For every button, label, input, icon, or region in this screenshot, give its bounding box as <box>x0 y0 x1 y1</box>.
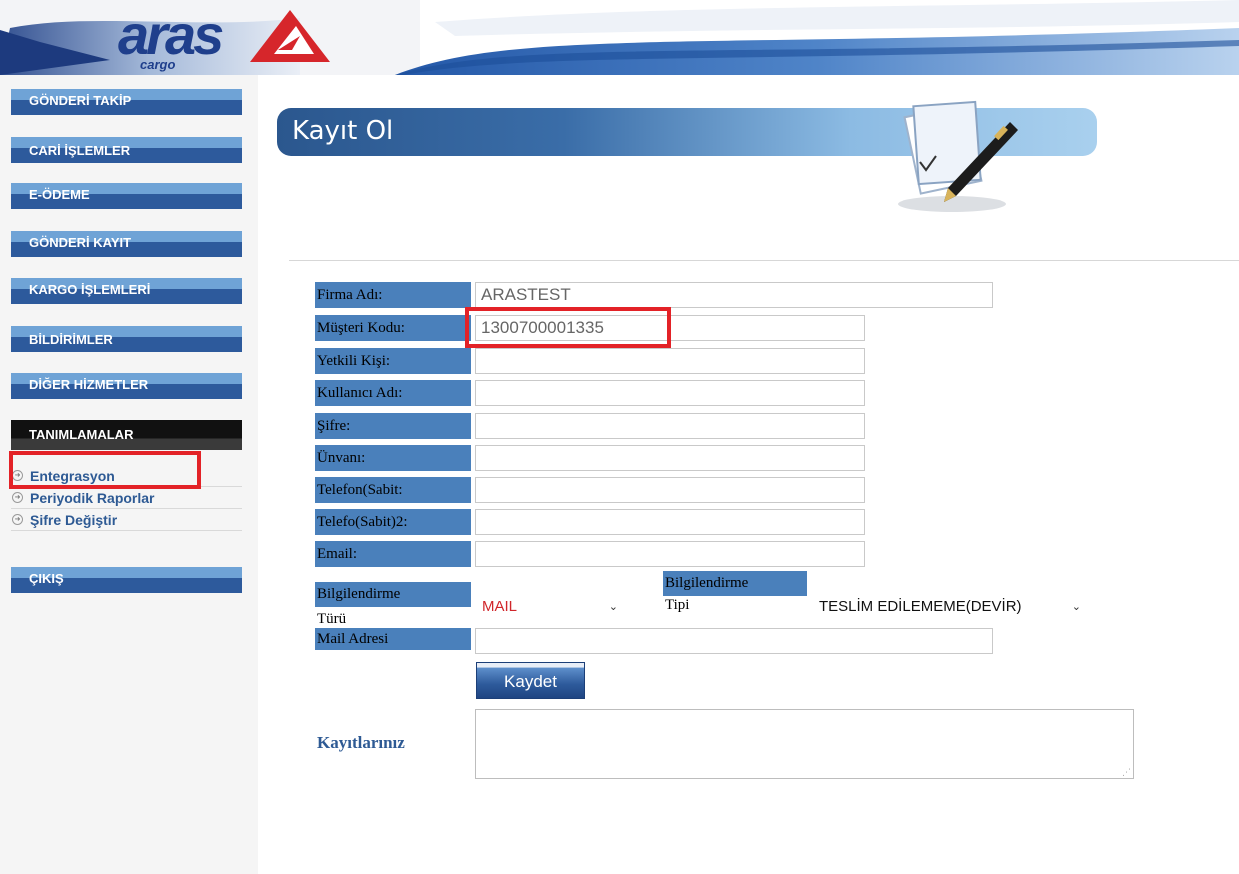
nav-label: CARİ İŞLEMLER <box>29 143 131 158</box>
label-text: Yetkili Kişi: <box>317 353 391 369</box>
arrow-circle-icon: ➜ <box>12 514 23 525</box>
nav-kargo-islemleri[interactable]: KARGO İŞLEMLERİ <box>11 278 242 304</box>
nav-label: ÇIKIŞ <box>29 571 64 586</box>
kayitlariniz-textarea[interactable]: ⋰ <box>475 709 1134 779</box>
nav-label: KARGO İŞLEMLERİ <box>29 282 151 297</box>
firma-adi-input[interactable]: ARASTEST <box>475 282 993 308</box>
label-sifre: Şifre: <box>315 413 471 439</box>
select-value: TESLİM EDİLEMEME(DEVİR) <box>819 598 1022 615</box>
label-text: Mail Adresi <box>317 631 389 647</box>
kaydet-button-label: Kaydet <box>504 672 557 691</box>
aras-cargo-logo[interactable]: aras cargo <box>118 6 348 72</box>
label-telefon-sabit: Telefon(Sabit: <box>315 477 471 503</box>
nav-label: BİLDİRİMLER <box>29 332 113 347</box>
label-text: Firma Adı: <box>317 287 383 303</box>
nav-bildirimler[interactable]: BİLDİRİMLER <box>11 326 242 352</box>
email-input[interactable] <box>475 541 865 567</box>
label-text: Bilgilendirme <box>317 586 401 602</box>
highlight-box-musteri-kodu <box>465 307 671 348</box>
label-bilgilendirme-tipi-line2: Tipi <box>665 597 690 613</box>
nav-label: GÖNDERİ KAYIT <box>29 235 132 250</box>
label-firma-adi: Firma Adı: <box>315 282 471 308</box>
document-pen-icon <box>898 100 1018 212</box>
header-band-graphic <box>395 0 1239 75</box>
kaydet-button[interactable]: Kaydet <box>476 662 585 699</box>
label-text: Kullanıcı Adı: <box>317 385 403 401</box>
site-header: aras cargo <box>0 0 1239 75</box>
submenu-item-sifre-degistir[interactable]: ➜ Şifre Değiştir <box>11 509 242 531</box>
nav-label: DİĞER HİZMETLER <box>29 377 149 392</box>
submenu-label: Periyodik Raporlar <box>30 490 155 506</box>
nav-cikis[interactable]: ÇIKIŞ <box>11 567 242 593</box>
resize-grip-icon[interactable]: ⋰ <box>1122 768 1131 778</box>
logo-subtext: cargo <box>140 57 176 72</box>
label-text: Bilgilendirme <box>665 575 749 591</box>
label-text: Telefon(Sabit: <box>317 482 403 498</box>
label-telefon-sabit2: Telefo(Sabit)2: <box>315 509 471 535</box>
label-text: Email: <box>317 546 357 562</box>
nav-label: E-ÖDEME <box>29 187 90 202</box>
label-kullanici-adi: Kullanıcı Adı: <box>315 380 471 406</box>
label-email: Email: <box>315 541 471 567</box>
label-mail-adresi: Mail Adresi <box>315 628 471 650</box>
label-text: Telefo(Sabit)2: <box>317 514 408 530</box>
page-title: Kayıt Ol <box>292 116 394 146</box>
yetkili-kisi-input[interactable] <box>475 348 865 374</box>
logo-triangle-mark <box>250 10 330 62</box>
nav-gonderi-kayit[interactable]: GÖNDERİ KAYIT <box>11 231 242 257</box>
bilgilendirme-tipi-select[interactable]: TESLİM EDİLEMEME(DEVİR) ⌄ <box>813 596 1085 618</box>
label-text: Ünvanı: <box>317 450 366 466</box>
telefon-sabit2-input[interactable] <box>475 509 865 535</box>
submenu-label: Şifre Değiştir <box>30 512 118 528</box>
telefon-sabit-input[interactable] <box>475 477 865 503</box>
logo-text: aras <box>118 3 224 66</box>
arrow-circle-icon: ➜ <box>12 492 23 503</box>
label-yetkili-kisi: Yetkili Kişi: <box>315 348 471 374</box>
chevron-down-icon: ⌄ <box>1071 600 1081 613</box>
label-bilgilendirme-turu-line2: Türü <box>317 611 347 627</box>
kayitlariniz-label: Kayıtlarınız <box>317 733 405 752</box>
submenu-item-periyodik-raporlar[interactable]: ➜ Periyodik Raporlar <box>11 487 242 509</box>
label-text: Şifre: <box>317 418 351 434</box>
nav-gonderi-takip[interactable]: GÖNDERİ TAKİP <box>11 89 242 115</box>
highlight-box-entegrasyon <box>9 451 201 489</box>
label-text: Müşteri Kodu: <box>317 320 405 336</box>
bilgilendirme-turu-select[interactable]: MAIL ⌄ <box>476 596 622 618</box>
nav-cari-islemler[interactable]: CARİ İŞLEMLER <box>11 137 242 163</box>
nav-e-odeme[interactable]: E-ÖDEME <box>11 183 242 209</box>
select-value: MAIL <box>482 598 518 615</box>
nav-label: TANIMLAMALAR <box>29 427 134 442</box>
chevron-down-icon: ⌄ <box>608 600 618 613</box>
nav-tanimlamalar[interactable]: TANIMLAMALAR <box>11 420 242 450</box>
label-bilgilendirme-turu: Bilgilendirme <box>315 582 471 607</box>
kullanici-adi-input[interactable] <box>475 380 865 406</box>
nav-diger-hizmetler[interactable]: DİĞER HİZMETLER <box>11 373 242 399</box>
unvani-input[interactable] <box>475 445 865 471</box>
sifre-input[interactable] <box>475 413 865 439</box>
nav-label: GÖNDERİ TAKİP <box>29 93 132 108</box>
label-bilgilendirme-tipi: Bilgilendirme <box>663 571 807 596</box>
section-divider <box>289 260 1239 261</box>
mail-adresi-input[interactable] <box>475 628 993 654</box>
label-unvani: Ünvanı: <box>315 445 471 471</box>
label-musteri-kodu: Müşteri Kodu: <box>315 315 471 341</box>
